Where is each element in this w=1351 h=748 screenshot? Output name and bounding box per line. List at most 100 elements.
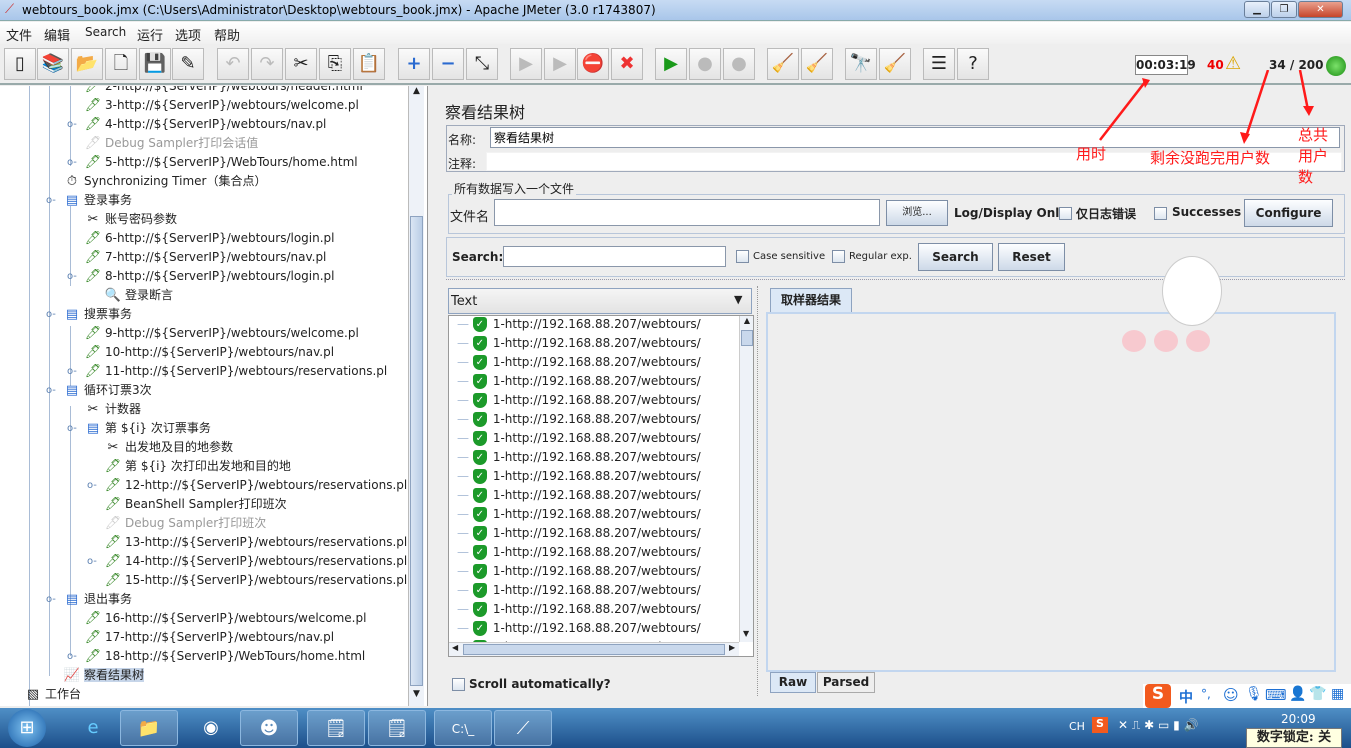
tree-node[interactable]: 🖊 Debug Sampler打印班次 — [103, 514, 266, 533]
scroll-down-icon[interactable]: ▼ — [409, 689, 424, 705]
results-scrollbar[interactable]: ▲ ▼ — [739, 316, 753, 642]
result-item[interactable]: — ✓ 1-http://192.168.88.207/webtours/ — [457, 505, 701, 524]
tree-node[interactable]: o- 🖊 14-http://${ServerIP}/webtours/reserv… — [87, 552, 407, 571]
close-file-button[interactable]: 🗋 — [105, 48, 137, 80]
result-item[interactable]: — ✓ 1-http://192.168.88.207/webtours/ — [457, 524, 701, 543]
templates-button[interactable]: 📚 — [37, 48, 69, 80]
toggle-button[interactable]: ⤡ — [466, 48, 498, 80]
search-input[interactable] — [503, 246, 726, 267]
scrollbar-thumb[interactable] — [741, 330, 753, 346]
explorer-taskbar-icon[interactable]: 📁 — [120, 710, 178, 746]
close-button[interactable]: ✕ — [1298, 1, 1343, 18]
save-button[interactable]: 💾 — [139, 48, 171, 80]
expand-toggle-icon[interactable]: o- — [46, 590, 56, 609]
result-item[interactable]: — ✓ 1-http://192.168.88.207/webtours/ — [457, 581, 701, 600]
open-button[interactable]: 📂 — [71, 48, 103, 80]
vertical-splitter[interactable] — [757, 286, 765, 696]
loadrunner-taskbar-icon[interactable]: ☻ — [240, 710, 298, 746]
clear-button[interactable]: 🧹 — [767, 48, 799, 80]
jmeter-taskbar-icon[interactable]: ⟋ — [494, 710, 552, 746]
chrome-taskbar-icon[interactable]: ◉ — [182, 710, 240, 746]
result-item[interactable]: — ✓ 1-http://192.168.88.207/webtours/ — [457, 562, 701, 581]
tree-node[interactable]: 📈 察看结果树 — [62, 666, 145, 685]
case-sensitive-checkbox[interactable] — [736, 250, 749, 263]
result-item[interactable]: — ✓ 1-http://192.168.88.207/webtours/ — [457, 467, 701, 486]
emoji-icon[interactable]: ☺ — [1223, 686, 1239, 704]
result-item[interactable]: — ✓ 1-http://192.168.88.207/webtours/ — [457, 353, 701, 372]
tray-icons[interactable]: ✕ ⎍ ✱ ▭ ▮ 🔊 — [1118, 718, 1198, 733]
expand-toggle-icon[interactable]: o- — [67, 267, 77, 286]
tree-node[interactable]: o- 🖊 4-http://${ServerIP}/webtours/nav.pl — [67, 115, 326, 134]
result-item[interactable]: — ✓ 1-http://192.168.88.207/webtours/ — [457, 600, 701, 619]
tree-node[interactable]: o- 🖊 5-http://${ServerIP}/WebTours/home.ht… — [67, 153, 358, 172]
menu-options[interactable]: 选项 — [175, 25, 201, 44]
new-button[interactable]: ▯ — [4, 48, 36, 80]
expand-toggle-icon[interactable]: o- — [46, 305, 56, 324]
expand-toggle-icon[interactable]: o- — [87, 552, 97, 571]
notepad-taskbar-icon-2[interactable]: 🗒 — [368, 710, 426, 746]
minimize-button[interactable]: ▁ — [1244, 1, 1270, 18]
expand-toggle-icon[interactable]: o- — [67, 419, 77, 438]
menu-help[interactable]: 帮助 — [214, 25, 240, 44]
result-item[interactable]: — ✓ 1-http://192.168.88.207/webtours/ — [457, 410, 701, 429]
paste-button[interactable]: 📋 — [353, 48, 385, 80]
expand-toggle-icon[interactable]: o- — [87, 476, 97, 495]
configure-button[interactable]: Configure — [1244, 199, 1333, 227]
expand-toggle-icon[interactable]: o- — [46, 381, 56, 400]
tree-node[interactable]: 🔍 登录断言 — [103, 286, 173, 305]
result-item[interactable]: — ✓ 1-http://192.168.88.207/webtours/ — [457, 391, 701, 410]
result-item[interactable]: — ✓ 1-http://192.168.88.207/webtours/ — [457, 486, 701, 505]
ime-lang[interactable]: 中 — [1179, 687, 1193, 707]
save-as-button[interactable]: ✎ — [172, 48, 204, 80]
tree-node[interactable]: o- 🖊 8-http://${ServerIP}/webtours/login.p… — [67, 267, 335, 286]
start-button[interactable]: ▶ — [510, 48, 542, 80]
tree-node[interactable]: o- ▤ 第 ${i} 次订票事务 — [67, 419, 211, 438]
ie-taskbar-icon[interactable]: e — [64, 710, 122, 746]
results-hscrollbar[interactable]: ◀ ▶ — [449, 642, 739, 656]
menu-run[interactable]: 运行 — [137, 25, 163, 44]
scroll-left-icon[interactable]: ◀ — [452, 643, 458, 652]
tree-node[interactable]: 🖊 13-http://${ServerIP}/webtours/reservat… — [103, 533, 407, 552]
renderer-select[interactable]: Text ▼ — [448, 288, 752, 314]
tree-node[interactable]: 🖊 6-http://${ServerIP}/webtours/login.pl — [83, 229, 335, 248]
tree-node[interactable]: o- ▤ 退出事务 — [46, 590, 132, 609]
result-item[interactable]: — ✓ 1-http://192.168.88.207/webtours/ — [457, 372, 701, 391]
tree-node[interactable]: 🖊 2-http://${ServerIP}/webtours/header.ht… — [83, 86, 363, 96]
remote-shutdown-button[interactable]: ● — [723, 48, 755, 80]
menu-search[interactable]: Search — [85, 25, 126, 39]
expand-toggle-icon[interactable]: o- — [67, 362, 77, 381]
input-language-indicator[interactable]: CH — [1069, 720, 1085, 733]
tree-node[interactable]: o- 🖊 18-http://${ServerIP}/WebTours/home.h… — [67, 647, 365, 666]
shutdown-button[interactable]: ✖ — [611, 48, 643, 80]
microphone-icon[interactable]: 🎙 — [1245, 686, 1263, 702]
tree-node[interactable]: 🖊 3-http://${ServerIP}/webtours/welcome.p… — [83, 96, 359, 115]
successes-checkbox[interactable] — [1154, 207, 1167, 220]
tree-node[interactable]: 🖊 9-http://${ServerIP}/webtours/welcome.p… — [83, 324, 359, 343]
clear-all-button[interactable]: 🧹 — [801, 48, 833, 80]
ime-punct[interactable]: °, — [1201, 687, 1211, 701]
sogou-tray-icon[interactable]: S — [1092, 717, 1108, 733]
filename-field[interactable] — [494, 199, 880, 226]
tree-node[interactable]: 🖊 Debug Sampler打印会话值 — [83, 134, 258, 153]
scrollbar-thumb[interactable] — [410, 216, 423, 686]
scrollbar-thumb[interactable] — [463, 644, 725, 655]
redo-button[interactable]: ↷ — [251, 48, 283, 80]
copy-button[interactable]: ⎘ — [319, 48, 351, 80]
notepad-taskbar-icon[interactable]: 🗒 — [307, 710, 365, 746]
tree-scrollbar[interactable]: ▲ ▼ — [408, 86, 424, 706]
scroll-up-icon[interactable]: ▲ — [409, 86, 424, 102]
tree-node[interactable]: ✂ 出发地及目的地参数 — [103, 438, 233, 457]
sogou-icon[interactable]: S — [1145, 684, 1171, 708]
tree-node[interactable]: 🖊 15-http://${ServerIP}/webtours/reservat… — [103, 571, 407, 590]
expand-button[interactable]: + — [398, 48, 430, 80]
menu-file[interactable]: 文件 — [6, 25, 32, 44]
cmd-taskbar-icon[interactable]: C:\_ — [434, 710, 492, 746]
help-button[interactable]: ? — [957, 48, 989, 80]
tree-node[interactable]: ⏱ Synchronizing Timer（集合点） — [62, 172, 267, 191]
result-item[interactable]: — ✓ 1-http://192.168.88.207/webtours/ — [457, 619, 701, 638]
browse-button[interactable]: 浏览... — [886, 200, 948, 226]
stop-button[interactable]: ⛔ — [577, 48, 609, 80]
tree-node[interactable]: o- ▤ 循环订票3次 — [46, 381, 152, 400]
chevron-down-icon[interactable]: ▼ — [734, 293, 742, 306]
cut-button[interactable]: ✂ — [285, 48, 317, 80]
